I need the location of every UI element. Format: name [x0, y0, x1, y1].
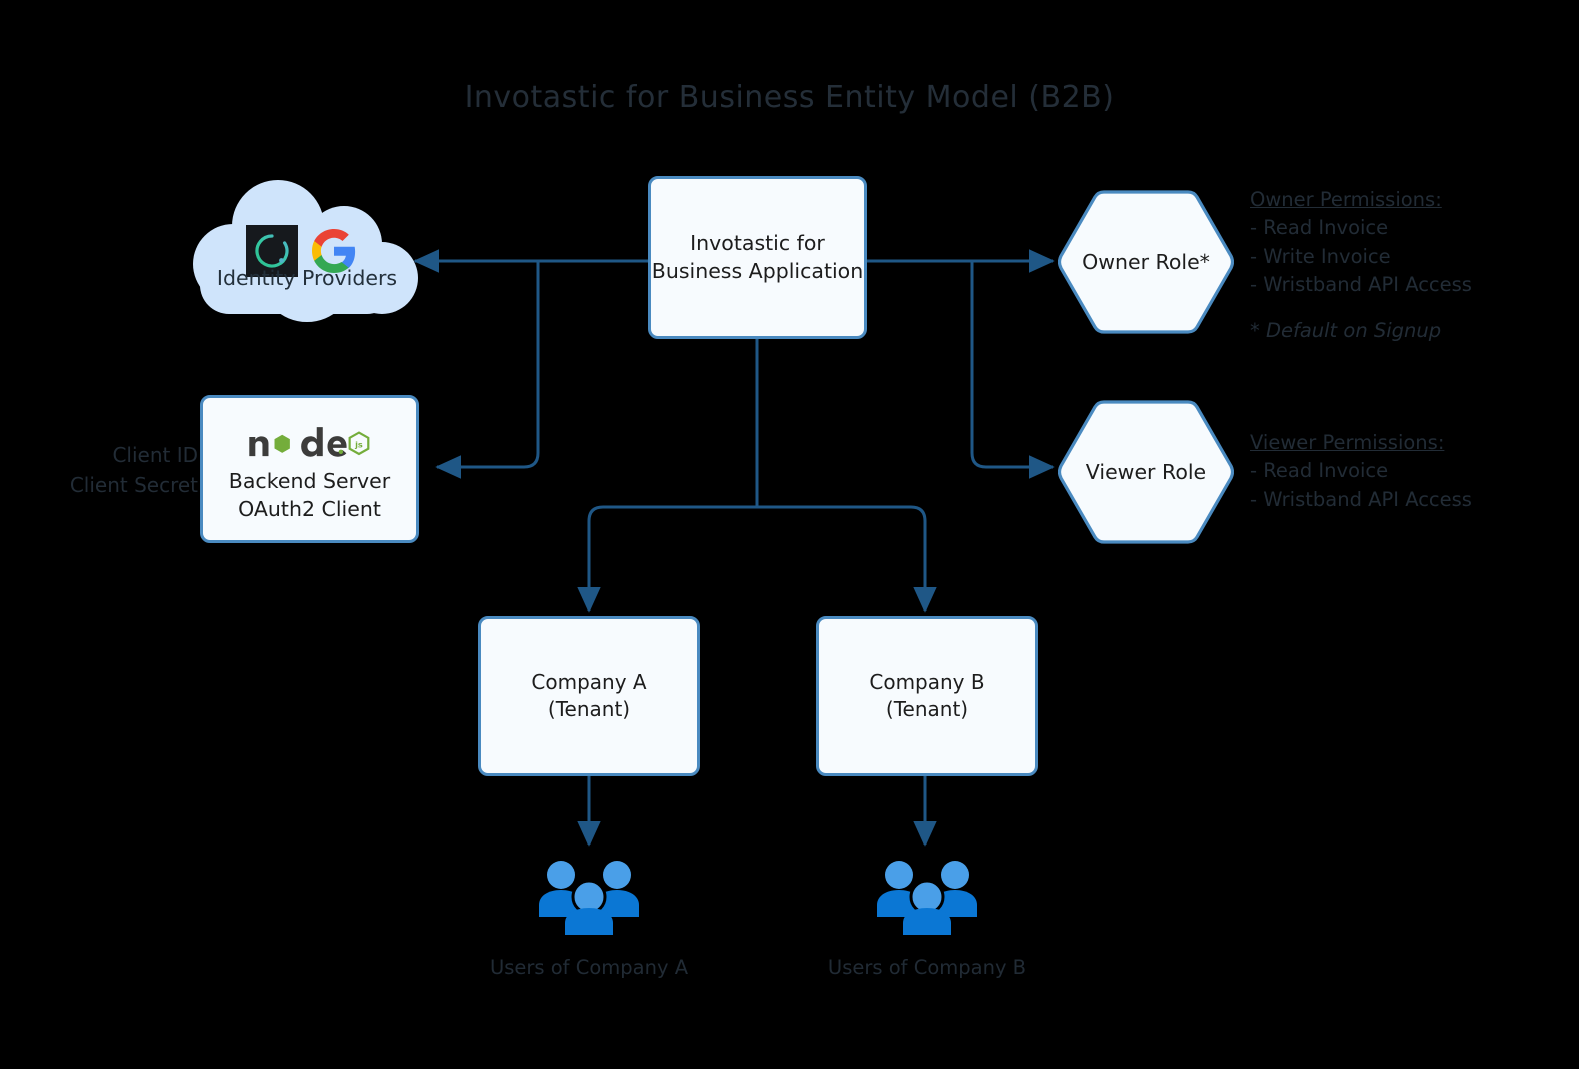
users-of-company-a-label: Users of Company A [489, 956, 689, 979]
page-title: Invotastic for Business Entity Model (B2… [464, 80, 1115, 115]
edge-app-to-company-a [577, 505, 757, 613]
edge-app-to-company-b [757, 505, 937, 613]
viewer-permissions-title: Viewer Permissions: [1250, 431, 1445, 454]
client-id-text: Client ID [112, 443, 198, 467]
owner-permission-item: - Write Invoice [1250, 244, 1391, 268]
identity-providers-node[interactable]: Identity Providers [186, 178, 428, 330]
viewer-permissions-block: Viewer Permissions: - Read Invoice - Wri… [1250, 429, 1570, 514]
owner-permission-item: - Read Invoice [1250, 216, 1389, 240]
client-credentials-label: Client ID Client Secret [20, 440, 198, 500]
owner-permissions-title: Owner Permissions: [1250, 188, 1442, 211]
company-b-tenant-node[interactable]: Company B (Tenant) [816, 616, 1038, 776]
hexagon-shape [1057, 400, 1235, 544]
invotastic-business-application-node[interactable]: Invotastic for Business Application [648, 176, 867, 339]
backend-server-node[interactable]: js Backend Server OAuth2 Client [200, 395, 419, 543]
nodejs-logo: js [249, 427, 370, 457]
hexagon-shape [1057, 190, 1235, 334]
users-of-company-b-label: Users of Company B [827, 956, 1027, 979]
edge-app-to-backend [435, 261, 540, 479]
viewer-role-node[interactable]: Viewer Role [1057, 396, 1235, 548]
owner-default-note: * Default on Signup [1250, 319, 1442, 343]
users-group-icon [539, 861, 639, 935]
owner-permissions-block: Owner Permissions: - Read Invoice - Writ… [1250, 186, 1570, 345]
client-secret-text: Client Secret [69, 473, 198, 497]
owner-permission-item: - Wristband API Access [1250, 272, 1472, 296]
users-group-icon [877, 861, 977, 935]
edge-app-to-viewer [970, 261, 1055, 479]
svg-text:js: js [355, 439, 364, 449]
viewer-permission-item: - Read Invoice [1250, 459, 1389, 483]
viewer-permission-item: - Wristband API Access [1250, 487, 1472, 511]
backend-server-label: Backend Server OAuth2 Client [228, 469, 391, 521]
owner-role-node[interactable]: Owner Role* [1057, 186, 1235, 338]
cloud-shape [193, 180, 418, 322]
identity-providers-label: Identity Providers [216, 266, 398, 290]
company-a-tenant-node[interactable]: Company A (Tenant) [478, 616, 700, 776]
